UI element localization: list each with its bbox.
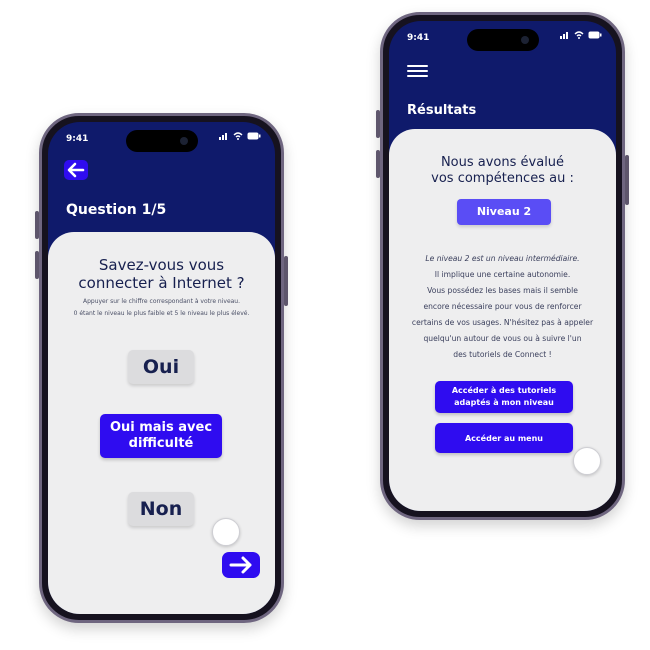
result-description: Le niveau 2 est un niveau intermédiaire.…: [389, 251, 616, 363]
level-badge: Niveau 2: [457, 199, 551, 225]
dynamic-island: [126, 130, 198, 152]
answer-non-button[interactable]: Non: [128, 492, 194, 526]
signal-icon: [560, 32, 569, 39]
phone-side-button: [625, 155, 629, 205]
dynamic-island: [467, 29, 539, 51]
description-line: quelqu'un autour de vous ou à suivre l'u…: [423, 334, 582, 343]
page-title: Question 1/5: [66, 202, 167, 218]
status-time: 9:41: [66, 134, 89, 144]
description-line: Vous possédez les bases mais il semble: [427, 286, 578, 295]
status-bar: 9:41: [389, 21, 616, 51]
screen-results: 9:41 Résultats Nous avons évalué vos com…: [389, 21, 616, 511]
floating-home-button[interactable]: [212, 518, 240, 546]
phone-side-button: [376, 110, 380, 138]
description-line: certains de vos usages. N'hésitez pas à …: [411, 318, 594, 327]
instruction-line-2: 0 étant le niveau le plus faible et 5 le…: [73, 310, 250, 317]
description-line: encore nécessaire pour vous de renforcer: [423, 302, 582, 311]
hamburger-menu-icon: [407, 65, 428, 77]
battery-icon: [247, 132, 261, 140]
menu-access-button[interactable]: Accéder au menu: [435, 423, 573, 453]
menu-button[interactable]: [407, 63, 429, 79]
phone-side-button: [376, 150, 380, 178]
signal-icon: [219, 133, 228, 140]
status-icons: [219, 132, 261, 143]
question-title: Savez-vous vous connecter à Internet ?: [78, 256, 245, 292]
description-line: Le niveau 2 est un niveau intermédiaire.: [425, 254, 580, 263]
battery-icon: [588, 31, 602, 39]
camera-icon: [180, 137, 188, 145]
screen-question: 9:41 Question 1/5 Savez-vous vous connec…: [48, 122, 275, 614]
camera-icon: [521, 36, 529, 44]
status-icons: [560, 31, 602, 42]
answer-oui-button[interactable]: Oui: [128, 350, 194, 384]
back-button[interactable]: [64, 160, 88, 180]
result-heading-line-1: Nous avons évalué: [440, 155, 565, 170]
wifi-icon: [574, 31, 584, 39]
page-title: Résultats: [407, 103, 477, 118]
arrow-left-icon: [67, 162, 85, 178]
description-line: des tutoriels de Connect !: [453, 350, 552, 359]
phone-left: 9:41 Question 1/5 Savez-vous vous connec…: [35, 113, 288, 623]
status-time: 9:41: [407, 33, 430, 43]
results-card: Nous avons évalué vos compétences au : N…: [389, 129, 616, 511]
instruction-line-1: Appuyer sur le chiffre correspondant à v…: [82, 298, 241, 305]
next-button[interactable]: [222, 552, 260, 578]
status-bar: 9:41: [48, 122, 275, 152]
tutorials-button-line-2: adaptés à mon niveau: [454, 398, 554, 407]
phone-side-button: [35, 211, 39, 239]
phone-side-button: [284, 256, 288, 306]
description-line: Il implique une certaine autonomie.: [434, 270, 571, 279]
wifi-icon: [233, 132, 243, 140]
result-heading-line-2: vos compétences au :: [431, 171, 574, 186]
tutorials-button-line-1: Accéder à des tutoriels: [451, 386, 557, 395]
phone-right: 9:41 Résultats Nous avons évalué vos com…: [376, 12, 629, 520]
question-card: Savez-vous vous connecter à Internet ? A…: [48, 232, 275, 614]
tutorials-button[interactable]: Accéder à des tutoriels adaptés à mon ni…: [435, 381, 573, 413]
phone-side-button: [35, 251, 39, 279]
arrow-right-icon: [229, 556, 252, 574]
floating-home-button[interactable]: [573, 447, 601, 475]
answer-oui-mais-button[interactable]: Oui mais avec difficulté: [100, 414, 222, 458]
